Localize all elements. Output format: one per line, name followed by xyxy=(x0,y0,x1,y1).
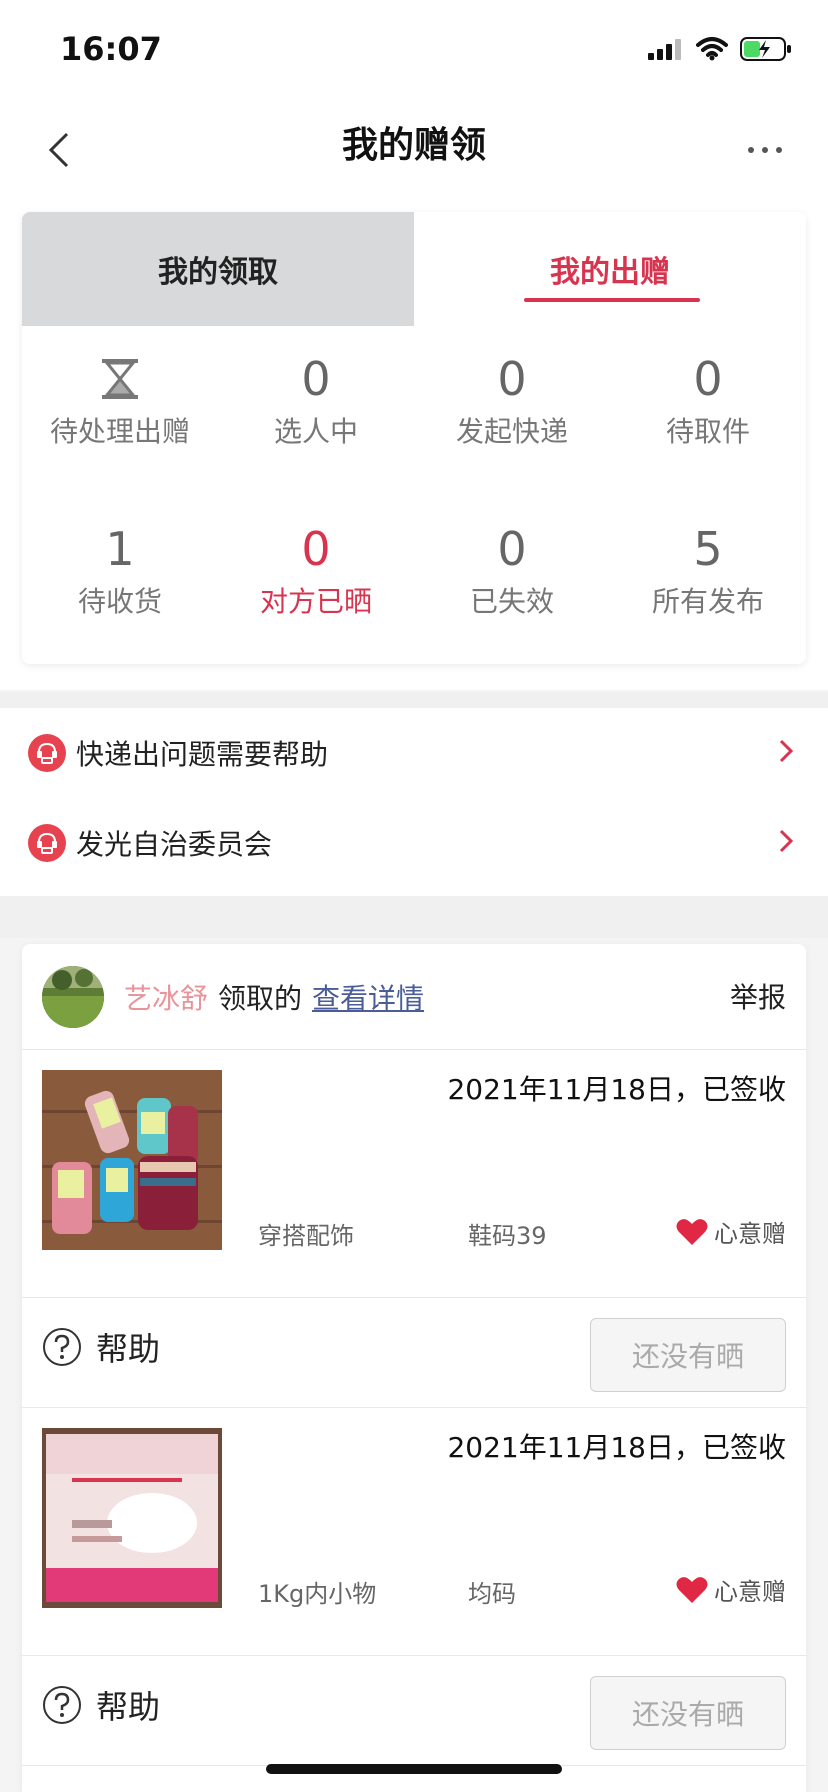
hourglass-icon xyxy=(98,348,142,410)
stat-value: 0 xyxy=(301,352,331,406)
claim-item[interactable]: 2021年11月18日，已签收 穿搭配饰 鞋码39 心意赠 xyxy=(22,1050,806,1298)
stat-shown[interactable]: 0 对方已晒 xyxy=(218,496,414,664)
tab-label: 我的出赠 xyxy=(550,255,670,290)
item-date: 2021年11月18日，已签收 xyxy=(447,1073,786,1106)
divider xyxy=(0,896,828,938)
not-shown-button[interactable]: 还没有晒 xyxy=(590,1676,786,1750)
item-photo-pads xyxy=(42,1428,222,1608)
claimer-name[interactable]: 艺冰舒 xyxy=(124,977,208,1017)
stats-card: 我的领取 我的出赠 待处理出赠 0 选人中 0 发起快递 0 待取件 1 待收货… xyxy=(22,212,806,664)
view-details-link[interactable]: 查看详情 xyxy=(312,977,424,1017)
status-bar: 16:07 xyxy=(0,0,828,100)
stat-label: 对方已晒 xyxy=(259,585,372,618)
stat-ship[interactable]: 0 发起快递 xyxy=(414,326,610,496)
stat-pending[interactable]: 待处理出赠 xyxy=(22,326,218,496)
signal-icon xyxy=(648,39,681,60)
claim-item[interactable]: 2021年11月18日，已签收 1Kg内小物 均码 心意赠 xyxy=(22,1408,806,1656)
stat-awaiting-receipt[interactable]: 1 待收货 xyxy=(22,496,218,664)
item-tag-label: 心意赠 xyxy=(714,1220,786,1248)
chevron-right-icon xyxy=(779,739,794,763)
tab-my-giveaways[interactable]: 我的出赠 xyxy=(414,212,806,326)
claim-verb: 领取的 xyxy=(218,981,303,1015)
item-category: 穿搭配饰 xyxy=(258,1222,354,1250)
item-action-row: 帮助 还没有晒 xyxy=(22,1656,806,1766)
chevron-right-icon xyxy=(779,829,794,853)
stat-label: 发起快递 xyxy=(455,415,568,448)
heart-icon xyxy=(676,1218,708,1245)
wifi-icon xyxy=(696,37,728,61)
claim-header: 艺冰舒 领取的 查看详情 举报 xyxy=(22,944,806,1050)
tab-bar: 我的领取 我的出赠 xyxy=(22,212,806,326)
help-button-label: 帮助 xyxy=(96,1688,161,1726)
stat-label: 待取件 xyxy=(665,415,750,448)
item-photo-socks xyxy=(42,1070,222,1250)
page-title: 我的赠领 xyxy=(341,125,486,166)
support-agent-icon xyxy=(28,824,66,862)
stat-value: 0 xyxy=(497,522,527,576)
item-tag: 心意赠 xyxy=(676,1214,786,1249)
item-tag-label: 心意赠 xyxy=(714,1578,786,1606)
help-list: 快递出问题需要帮助 发光自治委员会 xyxy=(0,708,828,896)
help-link-committee[interactable]: 发光自治委员会 xyxy=(0,798,828,888)
stat-label: 待收货 xyxy=(77,585,162,618)
item-category: 1Kg内小物 xyxy=(258,1580,377,1608)
stat-value: 0 xyxy=(693,352,723,406)
status-time: 16:07 xyxy=(60,30,162,68)
stat-expired[interactable]: 0 已失效 xyxy=(414,496,610,664)
not-shown-button[interactable]: 还没有晒 xyxy=(590,1318,786,1392)
home-indicator xyxy=(266,1764,562,1774)
stat-label: 选人中 xyxy=(273,415,358,448)
item-action-row: 帮助 还没有晒 xyxy=(22,1298,806,1408)
item-size: 鞋码39 xyxy=(468,1222,547,1250)
stat-value: 1 xyxy=(105,522,135,576)
help-button-label: 帮助 xyxy=(96,1330,161,1368)
more-button[interactable] xyxy=(730,120,800,180)
stat-label: 已失效 xyxy=(469,585,554,618)
help-button[interactable]: 帮助 xyxy=(42,1682,160,1728)
stat-all-posts[interactable]: 5 所有发布 xyxy=(610,496,806,664)
stat-value: 0 xyxy=(497,352,527,406)
stat-label: 待处理出赠 xyxy=(49,415,190,448)
stats-grid: 待处理出赠 0 选人中 0 发起快递 0 待取件 1 待收货 0 对方已晒 0 … xyxy=(22,326,806,664)
help-link-label: 发光自治委员会 xyxy=(76,828,273,861)
heart-icon xyxy=(676,1576,708,1603)
more-icon xyxy=(748,147,782,153)
stat-label: 所有发布 xyxy=(651,585,764,618)
tab-underline xyxy=(524,298,700,302)
question-icon xyxy=(43,1328,81,1366)
tab-label: 我的领取 xyxy=(158,255,278,290)
support-agent-icon xyxy=(28,734,66,772)
claim-card: 艺冰舒 领取的 查看详情 举报 2021年11月18日，已签收 穿搭配饰 鞋码3… xyxy=(22,944,806,1792)
tab-my-claims[interactable]: 我的领取 xyxy=(22,212,414,326)
item-size: 均码 xyxy=(468,1580,516,1608)
stat-value: 5 xyxy=(693,522,723,576)
item-date: 2021年11月18日，已签收 xyxy=(447,1431,786,1464)
question-icon xyxy=(43,1686,81,1724)
status-icons xyxy=(648,36,792,62)
stat-selecting[interactable]: 0 选人中 xyxy=(218,326,414,496)
stat-pickup[interactable]: 0 待取件 xyxy=(610,326,806,496)
nav-bar: 我的赠领 xyxy=(0,100,828,210)
item-tag: 心意赠 xyxy=(676,1572,786,1607)
help-button[interactable]: 帮助 xyxy=(42,1324,160,1370)
divider xyxy=(0,692,828,708)
help-link-shipping[interactable]: 快递出问题需要帮助 xyxy=(0,708,828,798)
help-link-label: 快递出问题需要帮助 xyxy=(76,738,329,771)
avatar[interactable] xyxy=(42,965,104,1028)
stat-value: 0 xyxy=(301,522,331,576)
battery-icon xyxy=(740,37,791,61)
report-button[interactable]: 举报 xyxy=(730,976,786,1016)
